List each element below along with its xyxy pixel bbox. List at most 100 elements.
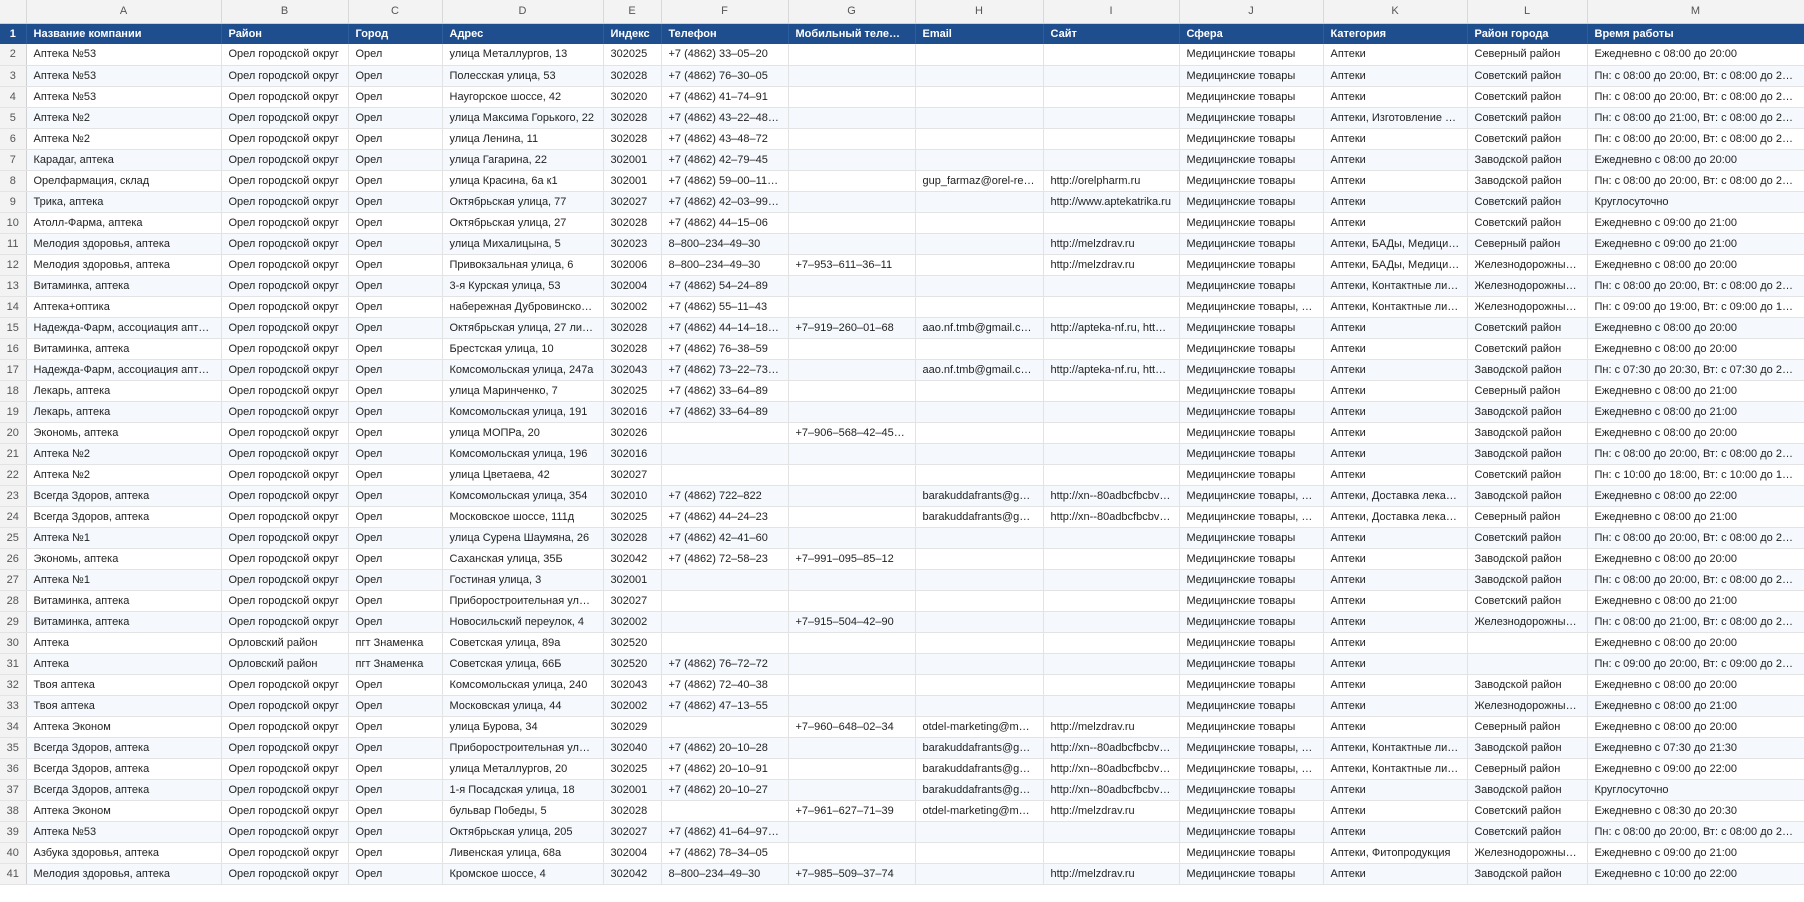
table-cell[interactable] — [915, 401, 1044, 423]
table-cell[interactable]: Аптеки — [1323, 338, 1468, 360]
row-number[interactable]: 38 — [0, 800, 27, 822]
table-cell[interactable]: Саханская улица, 35Б — [442, 548, 604, 570]
table-cell[interactable]: Заводской район — [1467, 170, 1588, 192]
row-number[interactable]: 20 — [0, 422, 27, 444]
table-cell[interactable]: Советский район — [1467, 590, 1588, 612]
table-cell[interactable] — [788, 44, 916, 66]
table-cell[interactable]: +7 (4862) 78‒34‒05 — [661, 842, 789, 864]
table-cell[interactable]: Ежедневно с 07:30 до 21:30 — [1587, 737, 1804, 759]
table-cell[interactable]: http://melzdrav.ru — [1043, 233, 1180, 255]
table-cell[interactable]: Аптеки — [1323, 128, 1468, 150]
table-cell[interactable]: Советская улица, 66Б — [442, 653, 604, 675]
table-cell[interactable]: Аптеки — [1323, 821, 1468, 843]
table-cell[interactable]: Ежедневно с 08:00 до 20:00 — [1587, 422, 1804, 444]
column-header-letter[interactable]: I — [1043, 0, 1180, 24]
table-cell[interactable]: 302027 — [603, 821, 662, 843]
table-cell[interactable]: Орел городской округ — [221, 296, 349, 318]
table-cell[interactable]: 302026 — [603, 422, 662, 444]
table-cell[interactable]: 302023 — [603, 233, 662, 255]
table-cell[interactable]: +7 (4862) 43‒22‒48, +7... — [661, 107, 789, 129]
table-cell[interactable]: Мелодия здоровья, аптека — [26, 254, 222, 276]
table-cell[interactable] — [915, 527, 1044, 549]
row-number[interactable]: 12 — [0, 254, 27, 276]
table-cell[interactable]: Аптеки — [1323, 569, 1468, 591]
table-cell[interactable]: Мелодия здоровья, аптека — [26, 233, 222, 255]
table-cell[interactable]: 302010 — [603, 485, 662, 507]
table-cell[interactable]: Медицинские товары — [1179, 275, 1324, 297]
table-cell[interactable] — [915, 821, 1044, 843]
table-cell[interactable]: Пн: с 08:00 до 20:00, Вт: с 08:00 до 20:… — [1587, 569, 1804, 591]
table-cell[interactable]: Медицинские товары — [1179, 842, 1324, 864]
table-cell[interactable]: 302043 — [603, 359, 662, 381]
table-cell[interactable]: пгт Знаменка — [348, 653, 443, 675]
table-cell[interactable]: Орел городской округ — [221, 401, 349, 423]
table-cell[interactable]: Заводской район — [1467, 779, 1588, 801]
table-cell[interactable]: Аптека №53 — [26, 65, 222, 87]
table-cell[interactable]: 302028 — [603, 527, 662, 549]
row-number[interactable]: 27 — [0, 569, 27, 591]
table-cell[interactable]: 302028 — [603, 317, 662, 339]
table-cell[interactable]: 302025 — [603, 380, 662, 402]
table-cell[interactable]: Орел — [348, 800, 443, 822]
table-cell[interactable]: Карадаг, аптека — [26, 149, 222, 171]
table-cell[interactable]: Московская улица, 44 — [442, 695, 604, 717]
table-cell[interactable]: Пн: с 08:00 до 21:00, Вт: с 08:00 до 21:… — [1587, 611, 1804, 633]
table-cell[interactable]: Медицинские товары — [1179, 359, 1324, 381]
table-cell[interactable]: Медицинские товары — [1179, 149, 1324, 171]
table-cell[interactable]: Орел — [348, 254, 443, 276]
column-header-letter[interactable]: K — [1323, 0, 1468, 24]
table-cell[interactable]: Витаминка, аптека — [26, 611, 222, 633]
table-cell[interactable]: Пн: с 07:30 до 20:30, Вт: с 07:30 до 20:… — [1587, 359, 1804, 381]
table-cell[interactable] — [1043, 212, 1180, 234]
table-cell[interactable]: Заводской район — [1467, 443, 1588, 465]
table-cell[interactable]: Медицинские товары — [1179, 527, 1324, 549]
table-cell[interactable]: Орел городской округ — [221, 464, 349, 486]
table-cell[interactable]: Орел городской округ — [221, 569, 349, 591]
table-cell[interactable] — [788, 674, 916, 696]
table-cell[interactable]: +7 (4862) 41‒74‒91 — [661, 86, 789, 108]
table-cell[interactable]: улица Металлургов, 20 — [442, 758, 604, 780]
table-cell[interactable]: Орел — [348, 191, 443, 213]
table-cell[interactable]: Медицинские товары — [1179, 548, 1324, 570]
table-cell[interactable]: Ежедневно с 08:00 до 21:00 — [1587, 401, 1804, 423]
table-cell[interactable]: Железнодорожный р... — [1467, 254, 1588, 276]
table-cell[interactable]: Железнодорожный р... — [1467, 296, 1588, 318]
spreadsheet-grid[interactable]: ABCDEFGHIJKLM 1 Название компании Район Го… — [0, 0, 1804, 902]
table-cell[interactable]: Трика, аптека — [26, 191, 222, 213]
table-cell[interactable]: 302002 — [603, 611, 662, 633]
table-cell[interactable]: Орел городской округ — [221, 317, 349, 339]
table-cell[interactable]: Орел городской округ — [221, 128, 349, 150]
table-cell[interactable]: +7 (4862) 33‒05‒20 — [661, 44, 789, 66]
table-cell[interactable]: Орел — [348, 506, 443, 528]
table-cell[interactable]: Медицинские товары — [1179, 674, 1324, 696]
table-cell[interactable]: Всегда Здоров, аптека — [26, 779, 222, 801]
table-cell[interactable] — [788, 485, 916, 507]
row-number[interactable]: 37 — [0, 779, 27, 801]
row-number[interactable]: 1 — [0, 23, 27, 44]
select-all-corner[interactable] — [0, 0, 27, 24]
table-cell[interactable] — [788, 569, 916, 591]
table-cell[interactable]: 8‒800‒234‒49‒30 — [661, 233, 789, 255]
table-cell[interactable]: Аптеки — [1323, 590, 1468, 612]
table-cell[interactable]: Железнодорожный р... — [1467, 842, 1588, 864]
table-cell[interactable]: 8‒800‒234‒49‒30 — [661, 254, 789, 276]
table-cell[interactable] — [915, 212, 1044, 234]
table-cell[interactable]: 302520 — [603, 632, 662, 654]
table-cell[interactable]: Орел — [348, 716, 443, 738]
table-cell[interactable]: 302042 — [603, 548, 662, 570]
table-cell[interactable]: улица Михалицына, 5 — [442, 233, 604, 255]
table-cell[interactable]: http://www.aptekatrika.ru — [1043, 191, 1180, 213]
table-cell[interactable] — [915, 128, 1044, 150]
table-cell[interactable] — [788, 296, 916, 318]
table-cell[interactable]: Медицинские товары — [1179, 695, 1324, 717]
table-cell[interactable]: Орел — [348, 695, 443, 717]
table-cell[interactable]: 302001 — [603, 569, 662, 591]
table-cell[interactable]: http://xn--80adbcfbcbv8a... — [1043, 485, 1180, 507]
table-cell[interactable]: Ежедневно с 09:00 до 21:00 — [1587, 842, 1804, 864]
table-cell[interactable]: Орел городской округ — [221, 107, 349, 129]
table-cell[interactable] — [915, 695, 1044, 717]
table-cell[interactable]: http://orelpharm.ru — [1043, 170, 1180, 192]
table-cell[interactable] — [788, 86, 916, 108]
table-cell[interactable]: Ливенская улица, 68а — [442, 842, 604, 864]
table-cell[interactable]: Орел городской округ — [221, 779, 349, 801]
